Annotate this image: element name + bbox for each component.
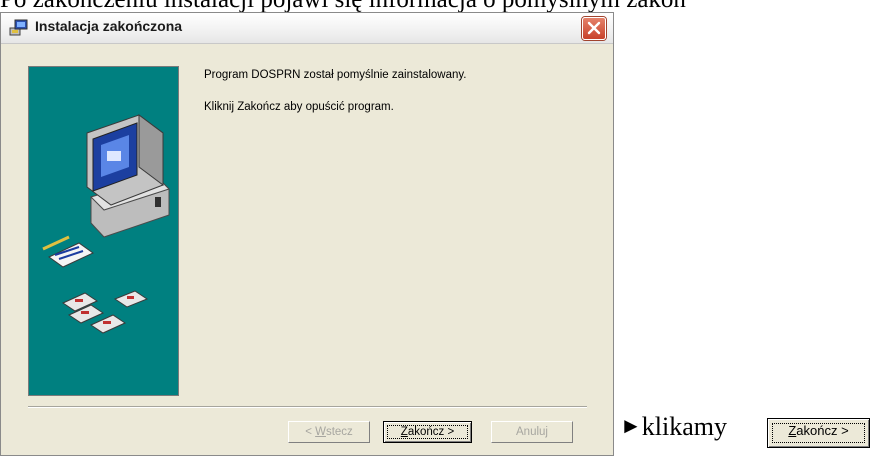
installer-icon xyxy=(9,19,29,37)
back-button-mnemonic: W xyxy=(315,426,326,438)
window-title: Instalacja zakończona xyxy=(35,18,183,34)
install-complete-dialog: Instalacja zakończona Program DOSPRN zos… xyxy=(0,12,614,456)
finish-button-mnemonic: Z xyxy=(400,426,408,438)
hint-text: ►klikamy xyxy=(620,412,727,442)
side-image-panel xyxy=(28,66,179,396)
arrow-right-icon: ► xyxy=(620,413,642,438)
dialog-body: Program DOSPRN został pomyślnie zainstal… xyxy=(11,49,605,447)
computer-illustration-icon xyxy=(42,114,170,334)
instruction-message: Kliknij Zakończ aby opuścić program. xyxy=(204,101,394,113)
finish-button[interactable]: Zakończ > xyxy=(383,421,472,443)
finish-button-illustration: Zakończ > xyxy=(767,418,870,448)
close-button[interactable] xyxy=(582,17,606,40)
back-button-label: stecz xyxy=(325,426,353,438)
mini-button-label: akończ > xyxy=(796,423,849,438)
success-message: Program DOSPRN został pomyślnie zainstal… xyxy=(204,69,467,81)
finish-button-label: akończ > xyxy=(407,426,455,438)
close-icon xyxy=(587,21,601,35)
title-bar[interactable]: Instalacja zakończona xyxy=(1,13,613,44)
back-button[interactable]: < Wstecz xyxy=(288,421,370,443)
back-button-prefix: < xyxy=(305,426,316,438)
hint-label: klikamy xyxy=(641,412,727,441)
cancel-button[interactable]: Anuluj xyxy=(491,421,573,443)
divider xyxy=(28,406,587,408)
